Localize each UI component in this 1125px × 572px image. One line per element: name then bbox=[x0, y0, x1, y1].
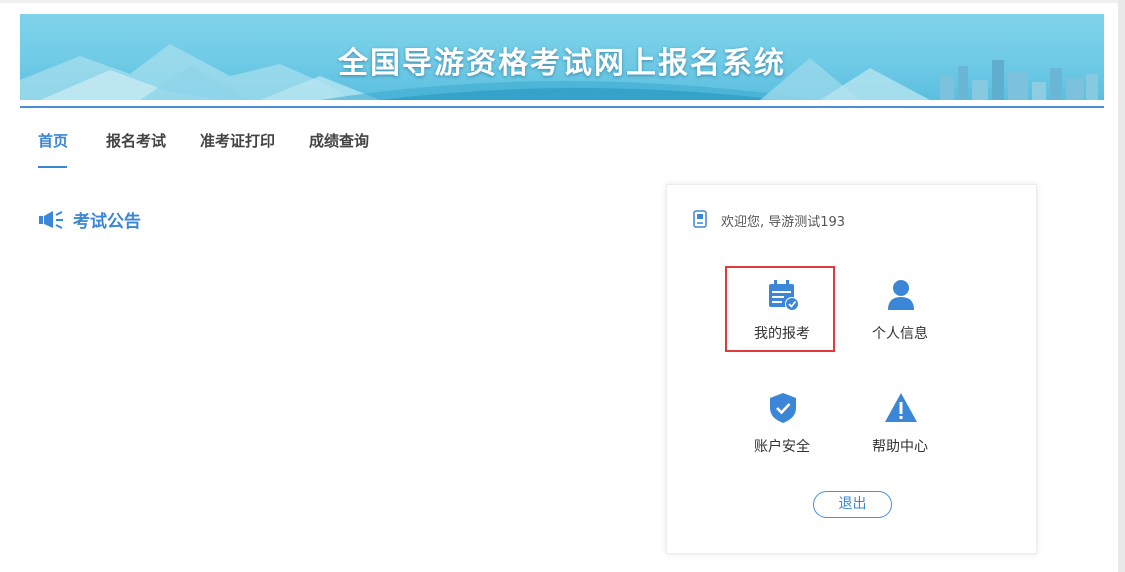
nav-item-admission-ticket[interactable]: 准考证打印 bbox=[200, 130, 275, 151]
help-center-tile[interactable]: 帮助中心 bbox=[845, 381, 955, 467]
nav-item-score-query[interactable]: 成绩查询 bbox=[309, 130, 369, 151]
nav-active-indicator bbox=[38, 166, 67, 168]
shield-check-icon bbox=[770, 393, 796, 423]
megaphone-icon bbox=[39, 211, 63, 229]
header-banner: 全国导游资格考试网上报名系统 bbox=[20, 14, 1104, 100]
user-icon bbox=[888, 280, 914, 310]
id-badge-icon bbox=[693, 210, 707, 228]
header-divider bbox=[20, 106, 1104, 108]
banner-title: 全国导游资格考试网上报名系统 bbox=[338, 46, 786, 81]
logout-button[interactable]: 退出 bbox=[813, 491, 892, 518]
my-registration-label: 我的报考 bbox=[754, 326, 810, 342]
account-security-tile[interactable]: 账户安全 bbox=[727, 381, 837, 467]
calendar-check-icon bbox=[769, 280, 799, 311]
help-center-label: 帮助中心 bbox=[872, 439, 928, 455]
page: 全国导游资格考试网上报名系统 首页 报名考试 准考证打印 成绩查询 考试公告 欢… bbox=[0, 0, 1125, 572]
exam-notice-label[interactable]: 考试公告 bbox=[73, 207, 141, 232]
user-panel: 欢迎您, 导游测试193 我的报考 个人信息 账户安全 帮助中心 退出 bbox=[666, 184, 1037, 554]
welcome-message: 欢迎您, 导游测试193 bbox=[721, 215, 846, 230]
personal-info-label: 个人信息 bbox=[872, 326, 928, 342]
top-edge bbox=[0, 0, 1125, 3]
scrollbar-track[interactable] bbox=[1118, 0, 1125, 572]
nav-item-register-exam[interactable]: 报名考试 bbox=[106, 130, 166, 151]
my-registration-tile[interactable]: 我的报考 bbox=[725, 266, 835, 352]
nav-item-home[interactable]: 首页 bbox=[38, 130, 68, 151]
personal-info-tile[interactable]: 个人信息 bbox=[845, 268, 955, 354]
warning-icon bbox=[885, 393, 917, 422]
account-security-label: 账户安全 bbox=[754, 439, 810, 455]
